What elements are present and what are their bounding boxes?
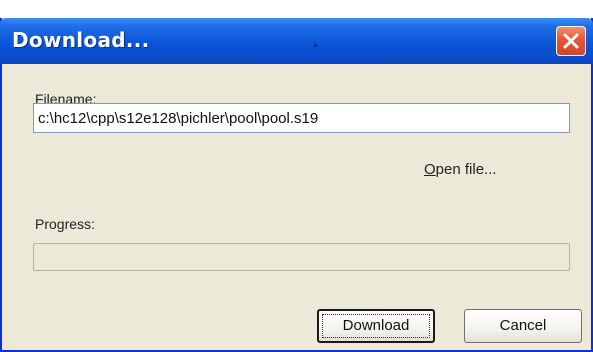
download-button[interactable]: Download (317, 309, 435, 343)
progress-label: Progress: (35, 216, 95, 232)
download-dialog: Download... (0, 18, 593, 352)
title-bar-dot (314, 44, 317, 47)
download-button-label: Download (322, 314, 430, 338)
cancel-button[interactable]: Cancel (464, 309, 582, 343)
close-icon (563, 33, 579, 49)
title-bar[interactable]: Download... (0, 18, 593, 64)
open-file-link[interactable]: Open file... (424, 161, 497, 178)
filename-input[interactable] (33, 103, 570, 133)
dialog-title: Download... (12, 28, 150, 52)
progress-bar (33, 243, 570, 271)
close-button[interactable] (556, 26, 586, 56)
